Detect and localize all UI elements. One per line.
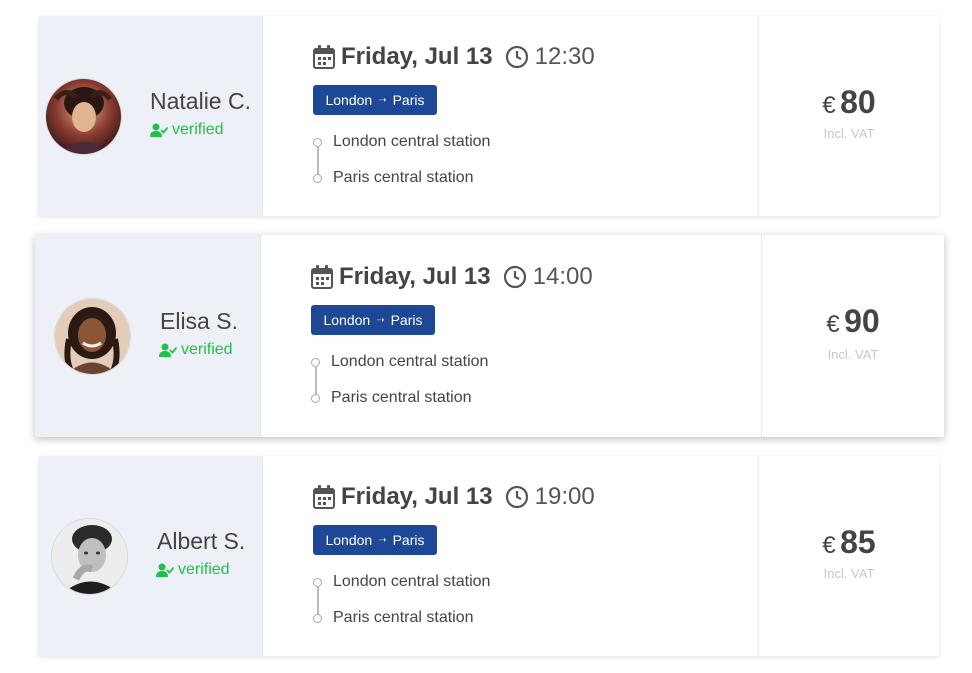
driver-name: Natalie C. — [150, 88, 251, 114]
stop-origin-label: London central station — [333, 133, 491, 150]
driver-name: Elisa S. — [160, 308, 238, 334]
verified-label: verified — [172, 121, 224, 138]
ride-card[interactable]: Natalie C. verified Friday, Jul 13 12:30… — [39, 16, 939, 216]
user-check-icon — [159, 343, 177, 357]
verified-badge: verified — [159, 341, 233, 359]
stop-destination-label: Paris central station — [333, 609, 474, 626]
ride-date: Friday, Jul 13 — [339, 263, 491, 290]
stops-list: London central station Paris central sta… — [311, 350, 488, 422]
driver-avatar — [45, 78, 122, 155]
clock-icon — [503, 265, 526, 289]
clock-icon — [505, 485, 528, 509]
stop-dot — [313, 138, 322, 147]
price-amount: 85 — [840, 524, 876, 560]
stop-origin: London central station — [313, 570, 490, 606]
stop-dot — [313, 614, 322, 623]
driver-panel: Natalie C. verified — [39, 16, 263, 216]
ride-date: Friday, Jul 13 — [341, 43, 493, 70]
user-check-icon — [156, 563, 174, 577]
calendar-icon — [313, 485, 335, 509]
ride-details: Friday, Jul 13 12:30 London ➝ Paris Lond… — [263, 16, 759, 216]
ride-details: Friday, Jul 13 19:00 London ➝ Paris Lond… — [263, 456, 759, 656]
ride-card[interactable]: Albert S. verified Friday, Jul 13 19:00 … — [39, 456, 939, 656]
stop-dot — [311, 358, 320, 367]
stop-origin: London central station — [311, 350, 488, 386]
price-panel: € 80 Incl. VAT — [759, 16, 939, 216]
stop-dot — [313, 578, 322, 587]
stop-dot — [311, 394, 320, 403]
driver-panel: Albert S. verified — [39, 456, 263, 656]
date-time-row: Friday, Jul 13 12:30 — [313, 43, 595, 71]
clock-icon — [505, 45, 528, 69]
stop-origin: London central station — [313, 130, 490, 166]
arrow-right-icon: ➝ — [376, 314, 385, 326]
stop-destination-label: Paris central station — [331, 389, 472, 406]
ride-time: 14:00 — [532, 263, 593, 290]
ride-time: 19:00 — [534, 483, 595, 510]
ride-card[interactable]: Elisa S. verified Friday, Jul 13 14:00 L… — [35, 235, 944, 437]
currency-symbol: € — [826, 311, 840, 338]
verified-badge: verified — [150, 121, 224, 139]
calendar-icon — [311, 265, 333, 289]
driver-avatar — [51, 518, 128, 595]
date-time-row: Friday, Jul 13 19:00 — [313, 483, 595, 511]
ride-time: 12:30 — [534, 43, 595, 70]
verified-label: verified — [178, 561, 230, 578]
route-from: London — [323, 312, 371, 328]
route-badge: London ➝ Paris — [313, 525, 437, 555]
price-panel: € 85 Incl. VAT — [759, 456, 939, 656]
stop-destination: Paris central station — [311, 386, 488, 422]
date-time-row: Friday, Jul 13 14:00 — [311, 263, 593, 291]
price: € 80 — [759, 84, 939, 121]
route-to: Paris — [390, 312, 423, 328]
verified-label: verified — [181, 341, 233, 358]
stop-destination-label: Paris central station — [333, 169, 474, 186]
currency-symbol: € — [822, 532, 836, 559]
stop-destination: Paris central station — [313, 606, 490, 642]
route-badge: London ➝ Paris — [311, 305, 435, 335]
driver-avatar — [54, 298, 131, 375]
ride-date: Friday, Jul 13 — [341, 483, 493, 510]
vat-label: Incl. VAT — [823, 566, 875, 581]
driver-name: Albert S. — [157, 528, 246, 554]
route-from: London — [325, 92, 373, 108]
price: € 90 — [762, 303, 944, 340]
stop-destination: Paris central station — [313, 166, 490, 202]
arrow-right-icon: ➝ — [378, 94, 387, 106]
calendar-icon — [313, 45, 335, 69]
route-from: London — [325, 532, 373, 548]
stops-list: London central station Paris central sta… — [313, 570, 490, 642]
vat-label: Incl. VAT — [827, 347, 879, 362]
route-badge: London ➝ Paris — [313, 85, 437, 115]
arrow-right-icon: ➝ — [378, 534, 387, 546]
stop-origin-label: London central station — [331, 353, 489, 370]
driver-panel: Elisa S. verified — [35, 235, 261, 437]
route-to: Paris — [392, 92, 425, 108]
verified-badge: verified — [156, 561, 230, 579]
currency-symbol: € — [822, 92, 836, 119]
price-panel: € 90 Incl. VAT — [762, 235, 944, 437]
user-check-icon — [150, 123, 168, 137]
stops-list: London central station Paris central sta… — [313, 130, 490, 202]
price-amount: 80 — [840, 84, 876, 120]
route-to: Paris — [392, 532, 425, 548]
price-amount: 90 — [844, 303, 880, 339]
stop-dot — [313, 174, 322, 183]
price: € 85 — [759, 524, 939, 561]
ride-details: Friday, Jul 13 14:00 London ➝ Paris Lond… — [261, 235, 762, 437]
vat-label: Incl. VAT — [823, 126, 875, 141]
stop-origin-label: London central station — [333, 573, 491, 590]
